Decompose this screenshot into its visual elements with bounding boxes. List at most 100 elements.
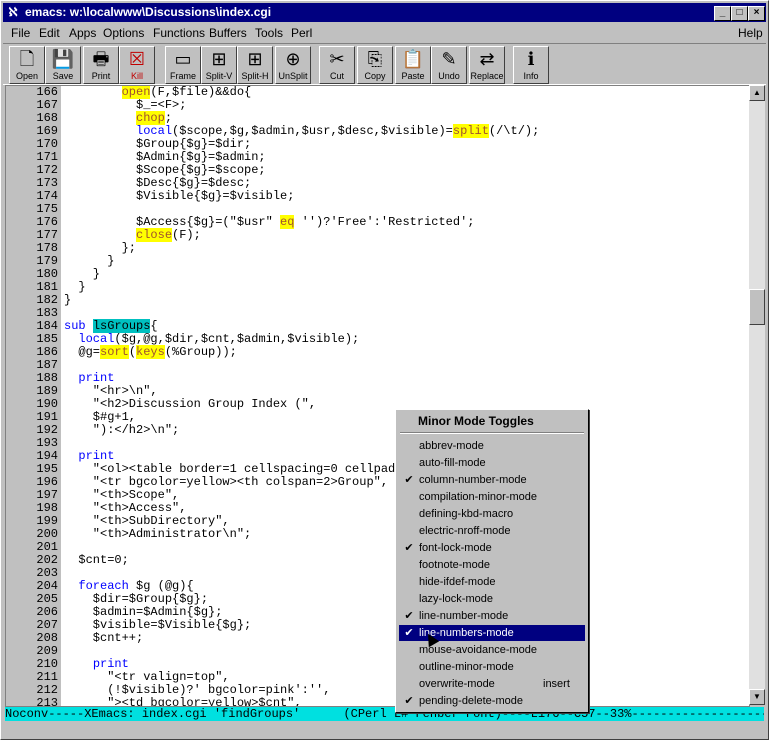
undo-button[interactable]: ✎ Undo [431, 46, 467, 84]
editor-buffer[interactable]: 166 open(F,$file)&&do{167 $_=<F>; 168 cho… [5, 85, 750, 707]
menu-item-label: defining-kbd-macro [419, 508, 514, 520]
paste-button[interactable]: 📋 Paste [395, 46, 431, 84]
minimize-button[interactable]: _ [714, 6, 731, 21]
menu-file[interactable]: File [11, 26, 30, 40]
code-text: $cnt++; [64, 631, 144, 645]
copy-icon: ⎘ [367, 49, 383, 69]
menu-item-compilation-minor-mode[interactable]: compilation-minor-mode [399, 489, 585, 505]
split-h-icon: ⊞ [247, 49, 263, 69]
code-text: "<th>Administrator\n"; [64, 527, 252, 541]
menu-item-font-lock-mode[interactable]: ✔ font-lock-mode [399, 540, 585, 556]
menu-item-column-number-mode[interactable]: ✔ column-number-mode [399, 472, 585, 488]
checkmark-icon: ✔ [404, 610, 414, 622]
open-button[interactable]: 🗋 Open [9, 46, 45, 84]
scissors-icon: ✂ [329, 49, 345, 69]
menu-edit[interactable]: Edit [39, 26, 60, 40]
menu-item-label: outline-minor-mode [419, 661, 514, 673]
info-button[interactable]: ℹ Info [513, 46, 549, 84]
mode-line: Noconv-----XEmacs: index.cgi 'findGroups… [5, 707, 764, 721]
menu-item-hide-ifdef-mode[interactable]: hide-ifdef-mode [399, 574, 585, 590]
menu-tools[interactable]: Tools [255, 26, 283, 40]
print-icon: 🖶 [92, 49, 110, 69]
frame-icon: ▭ [174, 49, 192, 69]
toolbar-label: Cut [329, 71, 344, 81]
split-h-button[interactable]: ⊞ Split-H [237, 46, 273, 84]
popup-title: Minor Mode Toggles [418, 414, 534, 428]
toolbar-label: Paste [401, 71, 425, 81]
popup-separator [400, 432, 584, 434]
replace-icon: ⇄ [479, 49, 495, 69]
menu-item-lazy-lock-mode[interactable]: lazy-lock-mode [399, 591, 585, 607]
toolbar-label: Split-V [205, 71, 233, 81]
menu-item-electric-nroff-mode[interactable]: electric-nroff-mode [399, 523, 585, 539]
menu-perl[interactable]: Perl [291, 26, 312, 40]
menu-options[interactable]: Options [103, 26, 144, 40]
toolbar-label: Split-H [241, 71, 269, 81]
minor-mode-toggles-menu: Minor Mode Toggles abbrev-mode auto-fill-… [395, 409, 589, 713]
close-button[interactable]: × [748, 6, 765, 21]
checkmark-icon: ✔ [404, 627, 414, 639]
toolbar-label: Undo [438, 71, 460, 81]
document-icon: 🗋 [19, 49, 35, 69]
menu-item-auto-fill-mode[interactable]: auto-fill-mode [399, 455, 585, 471]
toolbar-label: Open [15, 71, 39, 81]
copy-button[interactable]: ⎘ Copy [357, 46, 393, 84]
unsplit-icon: ⊕ [285, 49, 301, 69]
menu-item-defining-kbd-macro[interactable]: defining-kbd-macro [399, 506, 585, 522]
menu-item-outline-minor-mode[interactable]: outline-minor-mode [399, 659, 585, 675]
menu-help[interactable]: Help [738, 26, 763, 40]
replace-button[interactable]: ⇄ Replace [469, 46, 505, 84]
menu-item-pending-delete-mode[interactable]: ✔ pending-delete-mode [399, 693, 585, 709]
split-v-icon: ⊞ [211, 49, 227, 69]
cut-button[interactable]: ✂ Cut [319, 46, 355, 84]
code-text: $cnt=0; [64, 553, 129, 567]
undo-icon: ✎ [441, 49, 457, 69]
split-v-button[interactable]: ⊞ Split-V [201, 46, 237, 84]
menu-item-label: column-number-mode [419, 474, 527, 486]
menu-item-label: overwrite-mode [419, 678, 495, 690]
toolbar-label: Print [91, 71, 111, 81]
checkmark-icon: ✔ [404, 542, 414, 554]
menu-item-label: lazy-lock-mode [419, 593, 493, 605]
menu-functions[interactable]: Functions [153, 26, 205, 40]
code-area[interactable]: 166 open(F,$file)&&do{167 $_=<F>; 168 cho… [6, 86, 749, 706]
menu-item-abbrev-mode[interactable]: abbrev-mode [399, 438, 585, 454]
scroll-up-icon[interactable]: ▲ [749, 85, 765, 101]
maximize-button[interactable]: □ [731, 6, 748, 21]
print-button[interactable]: 🖶 Print [83, 46, 119, 84]
save-button[interactable]: 💾 Save [45, 46, 81, 84]
info-icon: ℹ [527, 49, 535, 69]
code-text: @g=sort(keys(%Group)); [64, 345, 237, 359]
menu-item-label: abbrev-mode [419, 440, 484, 452]
frame-button[interactable]: ▭ Frame [165, 46, 201, 84]
checkmark-icon: ✔ [404, 474, 414, 486]
toolbar-label: Save [52, 71, 74, 81]
line-number: 213 [36, 696, 58, 707]
menu-item-label: compilation-minor-mode [419, 491, 537, 503]
toolbar-label: Frame [169, 71, 196, 81]
code-text: } [64, 293, 72, 307]
menu-item-overwrite-mode[interactable]: overwrite-mode insert [399, 676, 585, 692]
toolbar-label: Kill [130, 71, 143, 81]
vertical-scrollbar[interactable]: ▲ ▼ [749, 85, 765, 705]
title-bar: ℵ emacs: w:\localwww\Discussions\index.c… [3, 3, 766, 22]
menu-item-label: footnote-mode [419, 559, 490, 571]
toolbar-label: Info [523, 71, 539, 81]
menu-item-label: line-number-mode [419, 610, 509, 622]
menu-apps[interactable]: Apps [69, 26, 96, 40]
toolbar-label: Replace [470, 71, 504, 81]
menu-item-label: electric-nroff-mode [419, 525, 511, 537]
kill-button[interactable]: ☒ Kill [119, 46, 155, 84]
emacs-window: ℵ emacs: w:\localwww\Discussions\index.c… [0, 0, 769, 740]
scroll-thumb[interactable] [749, 289, 765, 325]
menu-item-line-number-mode[interactable]: ✔ line-number-mode [399, 608, 585, 624]
menu-item-footnote-mode[interactable]: footnote-mode [399, 557, 585, 573]
toolbar-label: Copy [364, 71, 386, 81]
menu-bar: File Edit Apps Options Functions Buffers Tools… [3, 23, 766, 42]
unsplit-button[interactable]: ⊕ UnSplit [275, 46, 311, 84]
toolbar: 🗋 Open 💾 Save 🖶 Print ☒ Kill ▭ Frame ⊞ Split-V ⊞ Spli… [3, 43, 766, 85]
menu-item-label: pending-delete-mode [419, 695, 523, 707]
menu-item-label: mouse-avoidance-mode [419, 644, 538, 656]
scroll-down-icon[interactable]: ▼ [749, 689, 765, 705]
menu-buffers[interactable]: Buffers [209, 26, 247, 40]
